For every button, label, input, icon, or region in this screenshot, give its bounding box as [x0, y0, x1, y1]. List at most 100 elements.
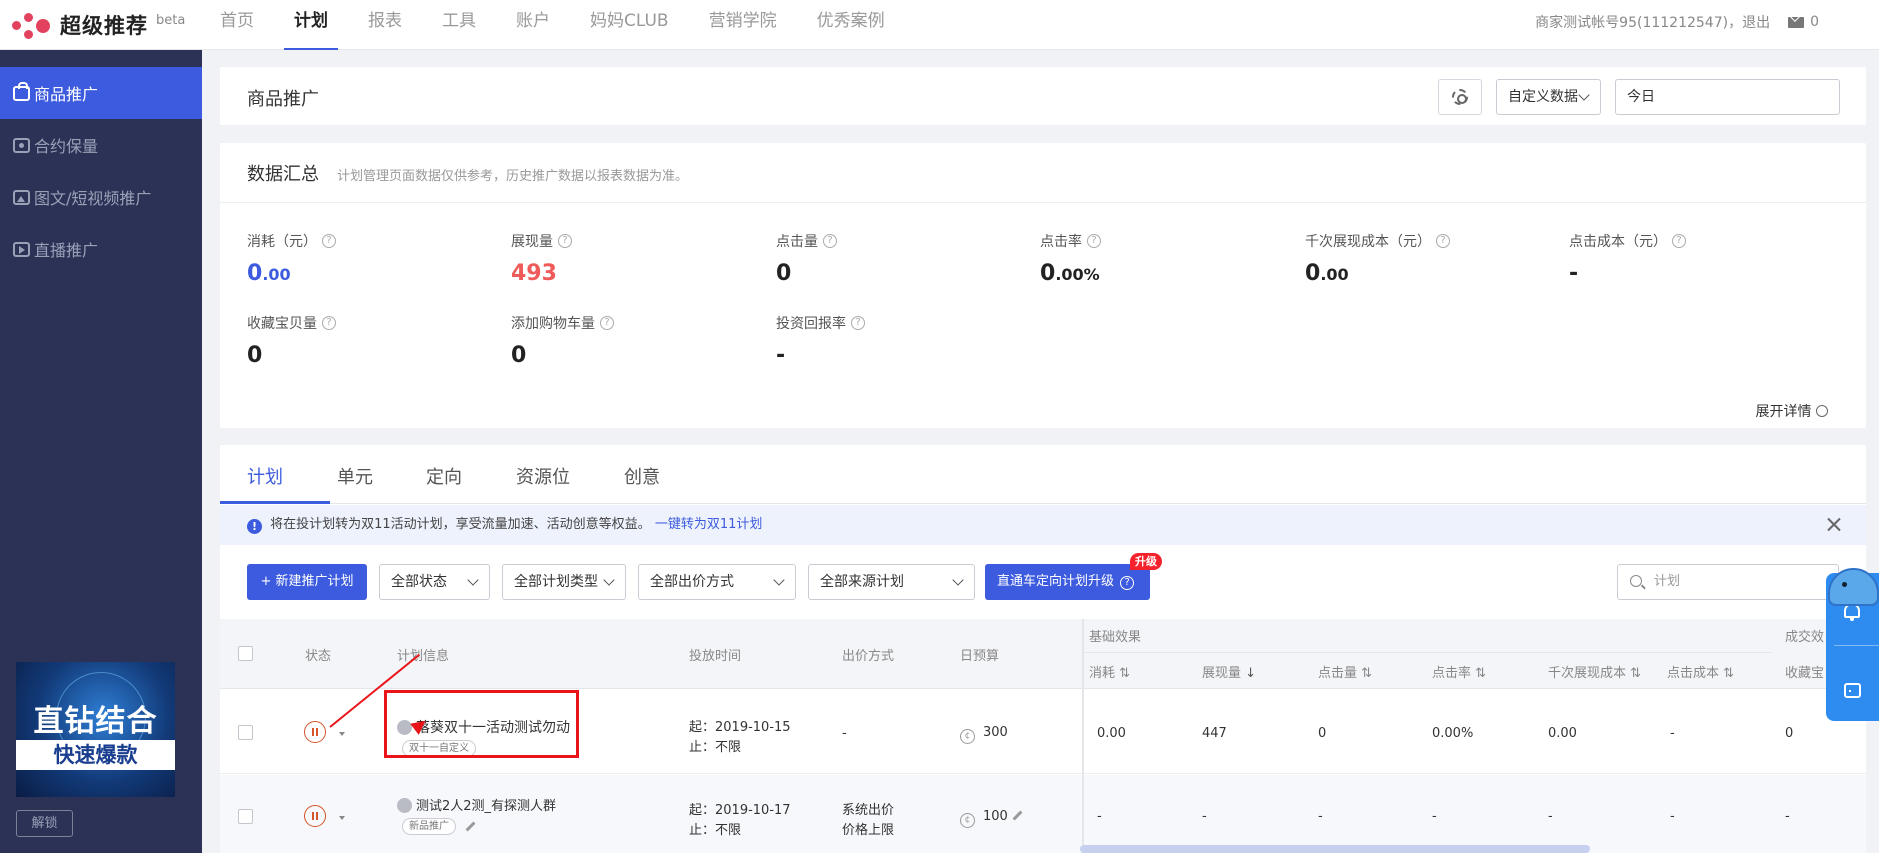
sidebar-item-label: 商品推广 — [34, 85, 99, 104]
new-plan-button[interactable]: + 新建推广计划 — [247, 564, 367, 600]
row-checkbox[interactable] — [238, 809, 253, 824]
help-icon[interactable]: ? — [823, 234, 837, 248]
start-date: 起：2019-10-17 — [689, 803, 791, 818]
metric-value-decimal: .00 — [1320, 265, 1349, 284]
metric-label: 展现量 — [511, 234, 553, 250]
tab-plan[interactable]: 计划 — [247, 463, 283, 489]
metric-cpm: 千次展现成本（元）? 0.00 — [1305, 231, 1555, 286]
bid-method: 系统出价 — [842, 803, 895, 818]
tab-resource[interactable]: 资源位 — [516, 463, 570, 489]
sidebar-item-label: 直播推广 — [34, 241, 99, 260]
metric-label: 消耗（元） — [247, 234, 317, 250]
sidebar-item-image-video[interactable]: 图文/短视频推广 — [0, 171, 202, 223]
sidebar-item-label: 图文/短视频推广 — [34, 189, 152, 208]
chat-icon[interactable] — [1844, 683, 1861, 698]
edit-icon[interactable] — [1012, 810, 1023, 821]
help-icon[interactable]: ? — [1436, 234, 1450, 248]
bid-type-filter[interactable]: 全部出价方式 — [638, 564, 796, 600]
nav-report[interactable]: 报表 — [368, 0, 402, 50]
header-impressions-label: 展现量 — [1202, 666, 1242, 681]
close-icon[interactable] — [1826, 516, 1842, 532]
plan-list-card: 计划 单元 定向 资源位 创意 ! 将在投计划转为双11活动计划，享受流量加速、… — [220, 445, 1866, 853]
row-checkbox[interactable] — [238, 725, 253, 740]
nav-home[interactable]: 首页 — [220, 0, 254, 50]
plan-name-link[interactable]: 测试2人2测_有探测人群 — [397, 795, 556, 814]
convert-double11-link[interactable]: 一键转为双11计划 — [655, 517, 763, 532]
bid-limit: 价格上限 — [842, 823, 895, 838]
sidebar-item-product-promotion[interactable]: 商品推广 — [0, 67, 202, 119]
header-cost[interactable]: 消耗 ⇅ — [1089, 662, 1130, 681]
bag-icon — [13, 81, 30, 101]
horizontal-scrollbar[interactable] — [1080, 845, 1590, 853]
tab-creative[interactable]: 创意 — [624, 463, 660, 489]
header-cpc[interactable]: 点击成本 ⇅ — [1667, 662, 1734, 681]
help-icon[interactable]: ? — [1087, 234, 1101, 248]
settings-button[interactable] — [1438, 79, 1482, 115]
daily-budget[interactable]: ¢ 300 — [960, 725, 1008, 744]
sort-icon: ⇅ — [1361, 666, 1373, 681]
nav-account[interactable]: 账户 — [516, 0, 550, 50]
caret-down-icon[interactable] — [339, 732, 345, 736]
metric-label: 点击成本（元） — [1569, 234, 1667, 250]
budget-value: 100 — [983, 809, 1008, 824]
tab-bar: 计划 单元 定向 资源位 创意 — [220, 445, 1866, 504]
help-icon[interactable]: ? — [1672, 234, 1686, 248]
header-clicks[interactable]: 点击量 ⇅ — [1318, 662, 1372, 681]
header-ctr-label: 点击率 — [1432, 666, 1472, 681]
nav-excellent-cases[interactable]: 优秀案例 — [817, 0, 885, 50]
select-all-checkbox[interactable] — [238, 646, 253, 661]
expand-details-label: 展开详情 — [1755, 404, 1812, 420]
tab-unit[interactable]: 单元 — [337, 463, 373, 489]
data-type-select[interactable]: 自定义数据 — [1496, 79, 1601, 115]
metric-roi: 投资回报率? - — [776, 313, 1026, 368]
status-filter[interactable]: 全部状态 — [379, 564, 490, 600]
end-date: 止：不限 — [689, 740, 742, 755]
cell-cost: - — [1097, 809, 1102, 824]
help-icon[interactable]: ? — [322, 316, 336, 330]
metric-value: 0 — [1305, 261, 1321, 286]
header-impressions[interactable]: 展现量 ↓ — [1202, 662, 1256, 681]
plan-type-filter-value: 全部计划类型 — [514, 574, 598, 590]
help-icon[interactable]: ? — [600, 316, 614, 330]
main-nav: 首页 计划 报表 工具 账户 妈妈CLUB 营销学院 优秀案例 — [220, 0, 925, 50]
tab-targeting[interactable]: 定向 — [426, 463, 462, 489]
pause-icon[interactable] — [304, 805, 326, 827]
nav-mama-club[interactable]: 妈妈CLUB — [590, 0, 669, 50]
help-icon[interactable]: ? — [322, 234, 336, 248]
app-logo[interactable]: 超级推荐 beta — [12, 6, 185, 44]
plan-search-input[interactable]: 计划 — [1617, 564, 1839, 600]
edit-icon[interactable] — [465, 821, 476, 832]
unlock-button[interactable]: 解锁 — [16, 810, 73, 837]
help-icon[interactable]: ? — [558, 234, 572, 248]
status-filter-value: 全部状态 — [391, 574, 447, 590]
source-plan-filter[interactable]: 全部来源计划 — [808, 564, 975, 600]
plan-type-filter[interactable]: 全部计划类型 — [502, 564, 626, 600]
daily-budget[interactable]: ¢ 100 — [960, 809, 1023, 828]
help-icon[interactable]: ? — [851, 316, 865, 330]
sidebar-item-live[interactable]: 直播推广 — [0, 223, 202, 275]
end-date: 止：不限 — [689, 823, 742, 838]
date-range-picker[interactable]: 今日 — [1615, 79, 1840, 115]
cell-favorites: 0 — [1785, 726, 1794, 741]
pause-icon[interactable] — [304, 721, 326, 743]
metric-value: 0 — [247, 261, 263, 286]
nav-tools[interactable]: 工具 — [442, 0, 476, 50]
upgrade-button[interactable]: 直通车定向计划升级 ? 升级 — [985, 553, 1162, 600]
header-cpm[interactable]: 千次展现成本 ⇅ — [1548, 662, 1641, 681]
plan-tag: 新品推广 — [402, 818, 456, 835]
logo-text: 超级推荐 — [60, 14, 148, 38]
promo-banner[interactable]: 直钻结合 快速爆款 — [16, 662, 175, 797]
metric-value: 0 — [1040, 261, 1056, 286]
metric-cpc: 点击成本（元）? - — [1569, 231, 1819, 286]
header-ctr[interactable]: 点击率 ⇅ — [1432, 662, 1486, 681]
expand-details-link[interactable]: 展开详情 — [1756, 401, 1828, 421]
account-info-link[interactable]: 商家测试帐号95(111212547)，退出 — [1535, 12, 1770, 32]
mail-icon[interactable] — [1788, 16, 1805, 28]
metric-label: 点击率 — [1040, 234, 1082, 250]
sidebar-item-contract[interactable]: 合约保量 — [0, 119, 202, 171]
page-header: 商品推广 自定义数据 今日 — [220, 67, 1866, 125]
caret-down-icon[interactable] — [339, 816, 345, 820]
nav-plan[interactable]: 计划 — [284, 0, 338, 50]
nav-marketing-academy[interactable]: 营销学院 — [709, 0, 777, 50]
notice-text: 将在投计划转为双11活动计划，享受流量加速、活动创意等权益。 — [270, 517, 651, 532]
